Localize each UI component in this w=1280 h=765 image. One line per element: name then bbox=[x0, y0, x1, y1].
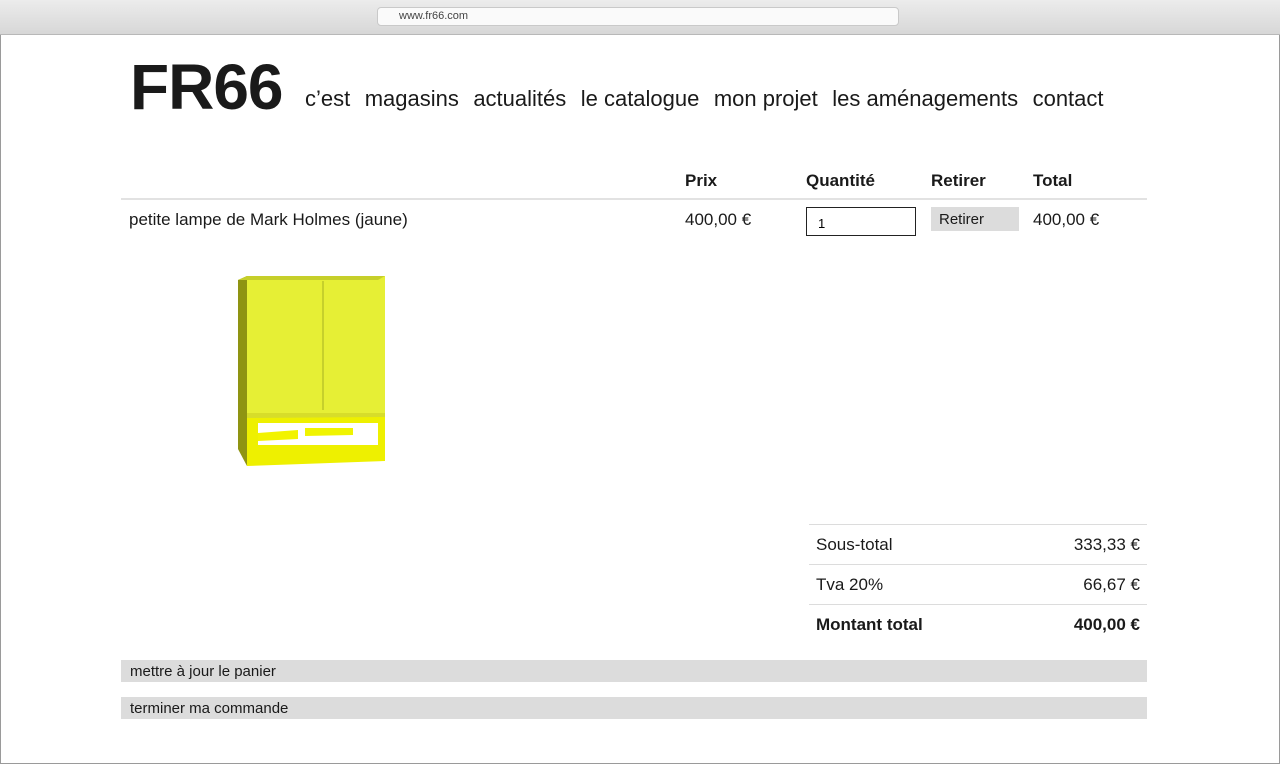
cart-item-price: 400,00 € bbox=[685, 210, 752, 229]
main-nav: c’est magasins actualités le catalogue m… bbox=[305, 86, 1114, 116]
subtotal-value: 333,33 € bbox=[1073, 535, 1140, 554]
browser-toolbar: www.fr66.com bbox=[0, 0, 1280, 35]
grand-total-value: 400,00 € bbox=[1073, 615, 1140, 634]
checkout-button[interactable]: terminer ma commande bbox=[121, 697, 1147, 719]
grand-total-row: Montant total 400,00 € bbox=[809, 604, 1147, 644]
yellow-lamp-icon[interactable] bbox=[233, 273, 391, 469]
page-viewport: FR66 c’est magasins actualités le catalo… bbox=[0, 35, 1280, 764]
cart-item-total: 400,00 € bbox=[1033, 210, 1100, 229]
subtotal-label: Sous-total bbox=[816, 535, 893, 554]
nav-item-contact[interactable]: contact bbox=[1033, 86, 1104, 111]
update-cart-button[interactable]: mettre à jour le panier bbox=[121, 660, 1147, 682]
column-header-remove: Retirer bbox=[931, 171, 986, 190]
nav-item-actualites[interactable]: actualités bbox=[473, 86, 566, 111]
remove-button[interactable]: Retirer bbox=[931, 207, 1019, 231]
column-header-quantity: Quantité bbox=[806, 171, 875, 190]
nav-item-magasins[interactable]: magasins bbox=[365, 86, 459, 111]
quantity-input[interactable] bbox=[806, 207, 916, 236]
tax-label: Tva 20% bbox=[816, 575, 884, 594]
site-logo[interactable]: FR66 bbox=[130, 51, 283, 123]
tax-value: 66,67 € bbox=[1083, 575, 1140, 594]
nav-item-catalogue[interactable]: le catalogue bbox=[581, 86, 700, 111]
header-divider bbox=[121, 198, 1147, 200]
nav-item-mon-projet[interactable]: mon projet bbox=[714, 86, 818, 111]
nav-item-cest[interactable]: c’est bbox=[305, 86, 350, 111]
cart-summary: Sous-total 333,33 € Tva 20% 66,67 € Mont… bbox=[809, 524, 1147, 644]
address-bar[interactable]: www.fr66.com bbox=[377, 7, 899, 26]
grand-total-label: Montant total bbox=[816, 615, 923, 634]
tax-row: Tva 20% 66,67 € bbox=[809, 564, 1147, 604]
cart-item-name[interactable]: petite lampe de Mark Holmes (jaune) bbox=[129, 210, 408, 230]
subtotal-row: Sous-total 333,33 € bbox=[809, 524, 1147, 564]
nav-item-amenagements[interactable]: les aménagements bbox=[832, 86, 1018, 111]
column-header-total: Total bbox=[1033, 171, 1073, 190]
column-header-price: Prix bbox=[685, 171, 718, 190]
